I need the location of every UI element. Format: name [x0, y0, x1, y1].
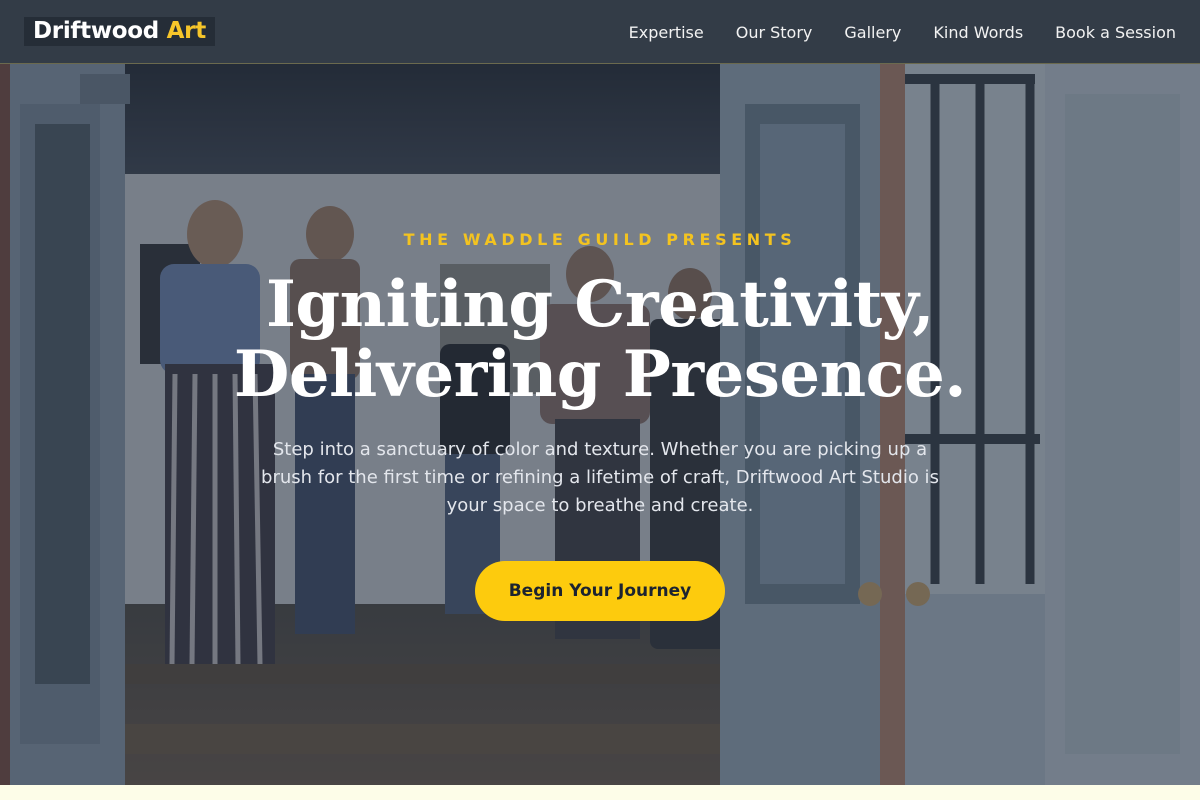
nav-link-gallery[interactable]: Gallery	[844, 23, 901, 42]
brand-name: Driftwood	[33, 18, 159, 44]
hero-headline-line-1: Igniting Creativity,	[265, 267, 935, 342]
hero-eyebrow: THE WADDLE GUILD PRESENTS	[403, 230, 797, 249]
begin-journey-button[interactable]: Begin Your Journey	[475, 561, 725, 621]
hero-subtext: Step into a sanctuary of color and textu…	[261, 439, 939, 516]
nav-link-our-story[interactable]: Our Story	[736, 23, 813, 42]
navbar: Driftwood Art Expertise Our Story Galler…	[0, 0, 1200, 64]
hero-content: THE WADDLE GUILD PRESENTS Igniting Creat…	[0, 64, 1200, 785]
hero-section: THE WADDLE GUILD PRESENTS Igniting Creat…	[0, 64, 1200, 785]
nav-link-kind-words[interactable]: Kind Words	[933, 23, 1023, 42]
hero-headline: Igniting Creativity, Delivering Presence…	[0, 270, 1200, 410]
nav-links: Expertise Our Story Gallery Kind Words B…	[629, 0, 1176, 64]
brand-logo[interactable]: Driftwood Art	[24, 17, 215, 46]
nav-link-book-a-session[interactable]: Book a Session	[1055, 23, 1176, 42]
brand-accent: Art	[166, 18, 207, 44]
nav-link-expertise[interactable]: Expertise	[629, 23, 704, 42]
hero-headline-line-2: Delivering Presence.	[233, 337, 967, 412]
